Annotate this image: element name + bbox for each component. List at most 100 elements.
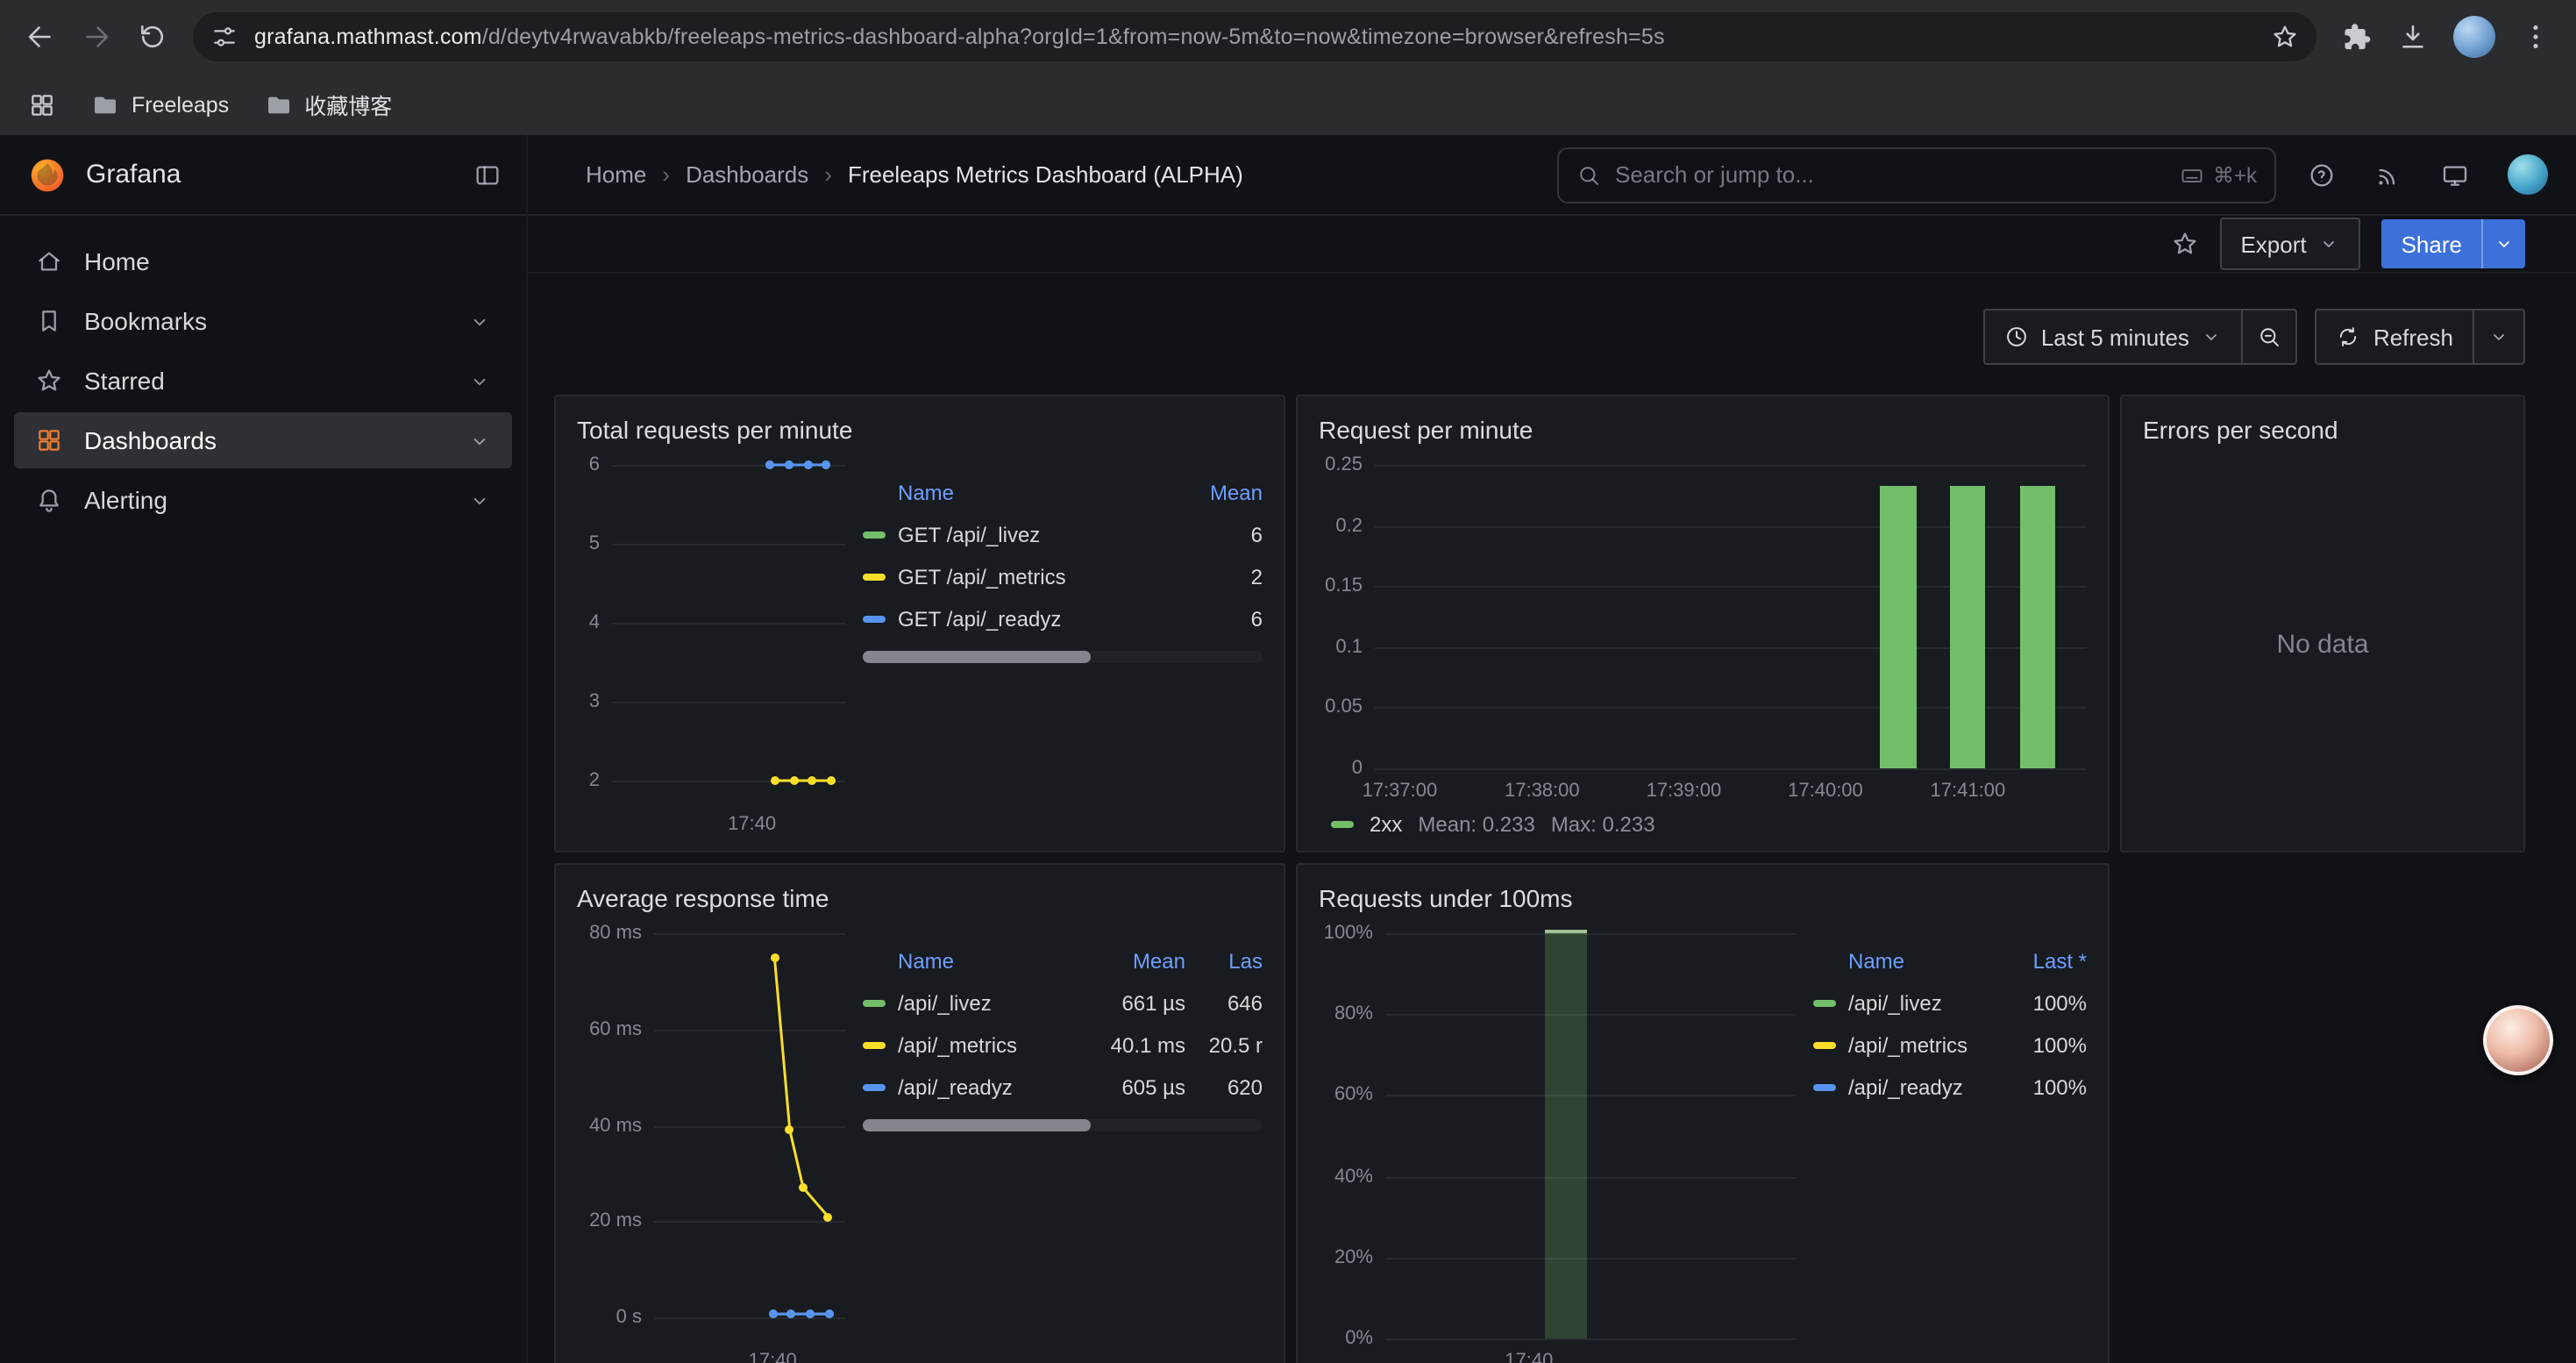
average-response-time-chart: 80 ms60 ms40 ms20 ms0 s 17:40 [577,919,845,1363]
legend-scrollbar[interactable] [863,651,1263,663]
refresh-interval-caret[interactable] [2473,309,2525,365]
sidebar-item-alerting[interactable]: Alerting [14,472,512,528]
legend-header-mean[interactable]: Mean [1199,481,1263,505]
y-axis-inner: 80 ms60 ms40 ms20 ms0 s [577,933,654,1317]
y-tick-label: 4 [589,612,600,633]
series-point [822,460,831,469]
sidebar-item-dashboards[interactable]: Dashboards [14,412,512,468]
share-menu-caret[interactable] [2481,219,2525,268]
screen: grafana.mathmast.com/d/deytv4rwavabkb/fr… [0,0,2576,1363]
legend-header-name[interactable]: Name [863,949,1108,974]
grafana-logo[interactable] [28,155,67,194]
sidebar-item-starred[interactable]: Starred [14,353,512,409]
y-tick-label: 3 [589,691,600,712]
share-button[interactable]: Share [2382,219,2481,268]
zoom-out-button[interactable] [2242,309,2298,365]
series-swatch [1813,1000,1836,1007]
chevron-down-icon[interactable] [468,429,491,452]
monitor-icon[interactable] [2441,161,2469,189]
panel-title[interactable]: Errors per second [2143,409,2502,451]
gridline [654,1317,845,1319]
series-toggle[interactable]: GET /api/_readyz [863,607,1185,632]
bookmark-folder-blogs[interactable]: 收藏博客 [264,88,392,121]
export-button[interactable]: Export [2219,218,2360,270]
keyboard-icon [2180,162,2204,187]
search-input[interactable]: Search or jump to... ⌘+k [1557,146,2276,203]
forward-button[interactable] [81,21,112,53]
series-last: 20.5 r [1199,1033,1263,1058]
apps-grid-icon[interactable] [28,90,56,118]
time-range-group: Last 5 minutes [1983,309,2298,365]
series-toggle[interactable]: /api/_metrics [1813,1033,2010,1058]
panel-title[interactable]: Average response time [577,877,1263,919]
series-bar [1950,486,1986,768]
help-icon[interactable] [2308,161,2336,189]
series-mean: 2 [1199,565,1263,589]
series-toggle[interactable]: /api/_readyz [863,1075,1107,1100]
sidebar-item-home[interactable]: Home [14,233,512,289]
favorite-star-icon[interactable] [2170,230,2198,258]
news-rss-icon[interactable] [2374,161,2402,189]
legend-scrollbar[interactable] [863,1119,1263,1131]
url-bar[interactable]: grafana.mathmast.com/d/deytv4rwavabkb/fr… [193,12,2316,61]
bookmark-folder-freeleaps[interactable]: Freeleaps [91,90,229,118]
reload-button[interactable] [137,21,168,53]
series-toggle[interactable]: /api/_readyz [1813,1075,2010,1100]
chevron-down-icon[interactable] [468,369,491,392]
downloads-icon[interactable] [2397,21,2429,53]
sidebar-item-bookmarks[interactable]: Bookmarks [14,293,512,349]
series-toggle[interactable]: /api/_livez [1813,991,2010,1016]
legend-header-row: Name Last * [1813,940,2087,982]
x-axis: 17:40 [1385,1342,1796,1363]
y-axis-inner: 100%80%60%40%20%0% [1319,933,1385,1338]
menu-kebab-icon[interactable] [2520,21,2551,53]
floating-assistant-avatar[interactable] [2483,1005,2553,1075]
series-toggle[interactable]: /api/_livez [863,991,1107,1016]
scrollbar-thumb[interactable] [863,1119,1091,1131]
x-tick-label: 17:37:00 [1363,781,1438,802]
legend-header-name[interactable]: Name [863,481,1185,505]
series-swatch [1813,1042,1836,1049]
legend-header-last[interactable]: Last * [2024,949,2087,974]
legend-header-mean[interactable]: Mean [1122,949,1185,974]
site-info-icon[interactable] [210,23,238,51]
series-toggle[interactable]: GET /api/_livez [863,523,1185,547]
panel-title[interactable]: Requests under 100ms [1319,877,2087,919]
legend-header-name[interactable]: Name [1813,949,2010,974]
folder-icon [91,90,119,118]
refresh-button[interactable]: Refresh [2316,309,2474,365]
user-avatar[interactable] [2508,154,2548,195]
y-tick-label: 80% [1334,1003,1373,1024]
panel-title[interactable]: Request per minute [1319,409,2087,451]
legend-row: /api/_metrics 100% [1813,1024,2087,1067]
bookmark-label: 收藏博客 [304,88,392,121]
x-tick-label: 17:40:00 [1788,781,1863,802]
plot-inner [654,933,845,1317]
sidebar-item-label: Dashboards [84,426,217,454]
extensions-icon[interactable] [2341,21,2373,53]
scrollbar-thumb[interactable] [863,651,1091,663]
legend-header-row: Name Mean [863,472,1263,514]
profile-avatar[interactable] [2453,16,2495,58]
series-toggle[interactable]: /api/_metrics [863,1033,1097,1058]
breadcrumb-dashboards[interactable]: Dashboards [686,161,808,188]
dock-sidebar-icon[interactable] [473,161,502,189]
chevron-down-icon[interactable] [468,310,491,332]
url-path: /d/deytv4rwavabkb/freeleaps-metrics-dash… [482,25,1665,49]
chevron-down-icon [2319,233,2340,254]
breadcrumb-home[interactable]: Home [586,161,646,188]
panel-title[interactable]: Total requests per minute [577,409,1263,451]
legend-header-last[interactable]: Las [1199,949,1263,974]
bookmark-star-icon[interactable] [2271,23,2299,51]
series-last: 620 [1199,1075,1263,1100]
chevron-down-icon[interactable] [468,489,491,511]
back-button[interactable] [25,21,56,53]
time-range-picker[interactable]: Last 5 minutes [1983,309,2244,365]
legend-row: GET /api/_metrics 2 [863,556,1263,598]
series-toggle[interactable]: GET /api/_metrics [863,565,1185,589]
series-toggle[interactable]: 2xx [1370,812,1402,837]
plot-area [1375,451,2087,772]
series-mean: 6 [1199,523,1263,547]
bookmarks-bar: Freeleaps 收藏博客 [0,74,2576,137]
y-tick-label: 40% [1334,1166,1373,1187]
